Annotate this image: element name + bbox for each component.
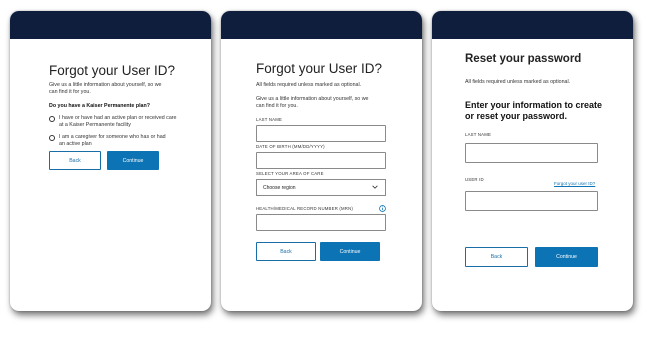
- continue-button[interactable]: Continue: [107, 151, 159, 170]
- radio-caregiver-label-line1: I am a caregiver for someone who has or …: [59, 134, 166, 140]
- page-title: Reset your password: [465, 53, 582, 65]
- page-title: Forgot your User ID?: [49, 63, 176, 78]
- forgot-user-id-link[interactable]: Forgot your user ID?: [554, 181, 595, 186]
- dob-input[interactable]: [256, 152, 386, 169]
- chevron-down-icon: [372, 185, 378, 189]
- last-name-input[interactable]: [256, 125, 386, 142]
- dob-label: DATE OF BIRTH (MM/DD/YYYY): [256, 144, 325, 149]
- forgot-user-id-card-step2: Forgot your User ID? All fields required…: [221, 11, 422, 311]
- region-select[interactable]: Choose region: [256, 179, 386, 196]
- required-note: All fields required unless marked as opt…: [256, 82, 362, 88]
- plan-question: Do you have a Kaiser Permanente plan?: [49, 103, 150, 109]
- radio-caregiver[interactable]: [49, 135, 55, 141]
- subtitle-line2: or reset your password.: [465, 111, 568, 121]
- radio-has-plan-label-line2: at a Kaiser Permanente facility: [59, 122, 131, 128]
- intro-text-line1: Give us a little information about yours…: [49, 82, 162, 88]
- intro-text-line2: can find it for you.: [256, 103, 298, 109]
- required-note: All fields required unless marked as opt…: [465, 79, 571, 85]
- mrn-label: HEALTH/MEDICAL RECORD NUMBER (MRN): [256, 206, 354, 211]
- mrn-input[interactable]: [256, 214, 386, 231]
- last-name-label: LAST NAME: [465, 132, 492, 137]
- subtitle-line1: Enter your information to create: [465, 100, 603, 110]
- reset-password-card: Reset your password All fields required …: [432, 11, 633, 311]
- last-name-label: LAST NAME: [256, 117, 283, 122]
- continue-button[interactable]: Continue: [320, 242, 380, 261]
- forgot-user-id-card-step1: Forgot your User ID? Give us a little in…: [10, 11, 211, 311]
- continue-button[interactable]: Continue: [535, 247, 598, 267]
- region-select-value: Choose region: [263, 185, 296, 191]
- radio-has-plan[interactable]: [49, 116, 55, 122]
- radio-has-plan-label-line1: I have or have had an active plan or rec…: [59, 115, 177, 121]
- info-icon[interactable]: [379, 205, 386, 212]
- radio-caregiver-label-line2: an active plan: [59, 141, 92, 147]
- back-button[interactable]: Back: [465, 247, 528, 267]
- header-bar: [221, 11, 422, 39]
- area-of-care-label: SELECT YOUR AREA OF CARE: [256, 171, 324, 176]
- header-bar: [432, 11, 633, 39]
- user-id-input[interactable]: [465, 191, 598, 211]
- back-button[interactable]: Back: [256, 242, 316, 261]
- intro-text-line1: Give us a little information about yours…: [256, 96, 369, 102]
- page-title: Forgot your User ID?: [256, 61, 383, 76]
- last-name-input[interactable]: [465, 143, 598, 163]
- back-button[interactable]: Back: [49, 151, 101, 170]
- user-id-label: USER ID: [465, 177, 484, 182]
- intro-text-line2: can find it for you.: [49, 89, 91, 95]
- header-bar: [10, 11, 211, 39]
